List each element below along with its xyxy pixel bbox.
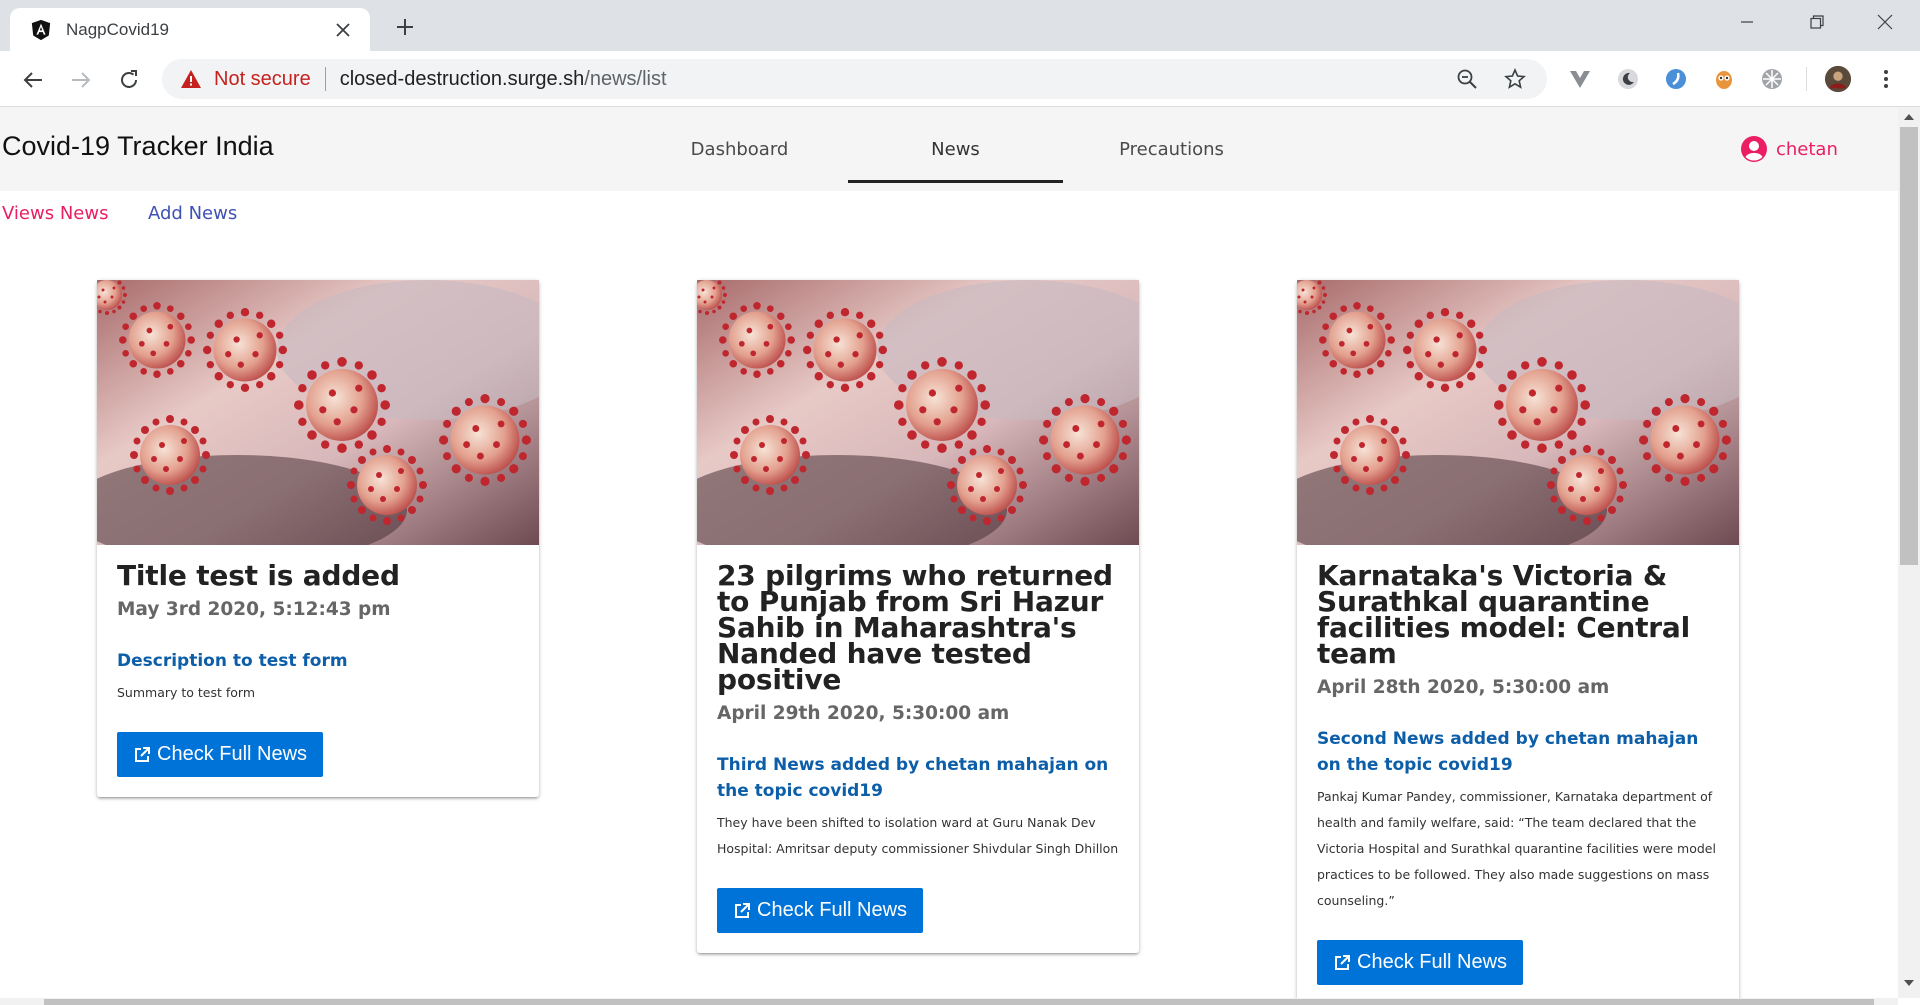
scroll-up-arrow-icon[interactable] xyxy=(1903,112,1915,122)
nav-tab-dashboard[interactable]: Dashboard xyxy=(632,107,847,191)
dark-mode-extension-icon[interactable] xyxy=(1614,65,1642,93)
news-card-description: Third News added by chetan mahajan on th… xyxy=(717,755,1109,801)
tab-title: NagpCovid19 xyxy=(66,19,170,39)
check-full-news-button[interactable]: Check Full News xyxy=(1317,940,1524,985)
news-card-title: Title test is added xyxy=(117,559,400,592)
page-viewport: Covid-19 Tracker India Dashboard News Pr… xyxy=(0,107,1898,998)
check-full-news-label: Check Full News xyxy=(757,899,908,921)
url-path: /news/list xyxy=(584,67,667,90)
gray-extension-icon[interactable] xyxy=(1758,65,1786,93)
nav-tab-news[interactable]: News xyxy=(848,107,1063,191)
warning-icon xyxy=(181,70,201,88)
news-card-date: April 29th 2020, 5:30:00 am xyxy=(717,703,1010,724)
check-full-news-label: Check Full News xyxy=(1357,951,1508,973)
external-link-icon xyxy=(135,746,150,762)
brand-title[interactable]: Covid-19 Tracker India xyxy=(2,131,274,162)
url-host: closed-destruction.surge.sh xyxy=(339,67,585,90)
app-header: Covid-19 Tracker India Dashboard News Pr… xyxy=(0,107,1898,191)
news-card-title: Karnataka's Victoria & Surathkal quarant… xyxy=(1317,559,1691,670)
check-full-news-button[interactable]: Check Full News xyxy=(117,732,324,777)
news-card-title: 23 pilgrims who returned to Punjab from … xyxy=(717,559,1113,696)
view-news-link[interactable]: Views News xyxy=(2,203,108,224)
reload-icon[interactable] xyxy=(112,63,146,97)
user-menu[interactable]: chetan xyxy=(1740,135,1838,163)
back-icon[interactable] xyxy=(16,63,50,97)
news-card-image xyxy=(697,280,1139,545)
news-card-image xyxy=(1297,280,1739,545)
news-card-description: Second News added by chetan mahajan on t… xyxy=(1317,729,1699,775)
restore-icon[interactable] xyxy=(1792,6,1842,38)
new-tab-icon[interactable] xyxy=(390,12,420,42)
news-card-date: April 28th 2020, 5:30:00 am xyxy=(1317,677,1610,698)
vue-devtools-icon[interactable] xyxy=(1566,65,1594,93)
check-full-news-button[interactable]: Check Full News xyxy=(717,888,924,933)
close-window-icon[interactable] xyxy=(1860,6,1910,38)
profile-avatar[interactable] xyxy=(1824,65,1852,93)
angular-icon xyxy=(31,19,51,40)
security-label[interactable]: Not secure xyxy=(214,68,311,91)
browser-tabstrip: NagpCovid19 xyxy=(0,0,1920,51)
news-card-summary: They have been shifted to isolation ward… xyxy=(717,815,1119,856)
external-link-icon xyxy=(735,902,750,918)
horizontal-scroll-thumb[interactable] xyxy=(44,999,1874,1005)
omnibox-separator xyxy=(324,67,326,91)
browser-tab[interactable]: NagpCovid19 xyxy=(10,8,370,51)
owl-extension-icon[interactable] xyxy=(1710,65,1738,93)
forward-icon[interactable] xyxy=(64,63,98,97)
add-news-link[interactable]: Add News xyxy=(148,203,237,224)
minimize-icon[interactable] xyxy=(1722,6,1772,38)
news-card-date: May 3rd 2020, 5:12:43 pm xyxy=(117,599,391,620)
vertical-scroll-thumb[interactable] xyxy=(1900,127,1918,565)
news-card: Title test is added May 3rd 2020, 5:12:4… xyxy=(97,280,539,797)
news-card-image xyxy=(97,280,539,545)
news-card: Karnataka's Victoria & Surathkal quarant… xyxy=(1297,280,1739,998)
nav-tab-precautions[interactable]: Precautions xyxy=(1064,107,1279,191)
close-tab-icon[interactable] xyxy=(332,19,354,41)
address-bar[interactable]: Not secure closed-destruction.surge.sh /… xyxy=(162,59,1547,99)
news-card: 23 pilgrims who returned to Punjab from … xyxy=(697,280,1139,953)
news-card-summary: Pankaj Kumar Pandey, commissioner, Karna… xyxy=(1317,789,1716,908)
scroll-down-arrow-icon[interactable] xyxy=(1903,978,1915,988)
user-name: chetan xyxy=(1776,138,1838,160)
account-circle-icon xyxy=(1741,136,1767,162)
toolbar-separator xyxy=(1806,67,1807,91)
check-full-news-label: Check Full News xyxy=(157,743,308,765)
zoom-icon[interactable] xyxy=(1447,59,1487,99)
bookmark-star-icon[interactable] xyxy=(1495,59,1535,99)
news-card-description: Description to test form xyxy=(117,651,348,671)
news-card-summary: Summary to test form xyxy=(117,685,256,700)
blue-extension-icon[interactable] xyxy=(1662,65,1690,93)
external-link-icon xyxy=(1335,954,1350,970)
menu-kebab-icon[interactable] xyxy=(1872,65,1900,93)
browser-toolbar: Not secure closed-destruction.surge.sh /… xyxy=(0,51,1920,107)
